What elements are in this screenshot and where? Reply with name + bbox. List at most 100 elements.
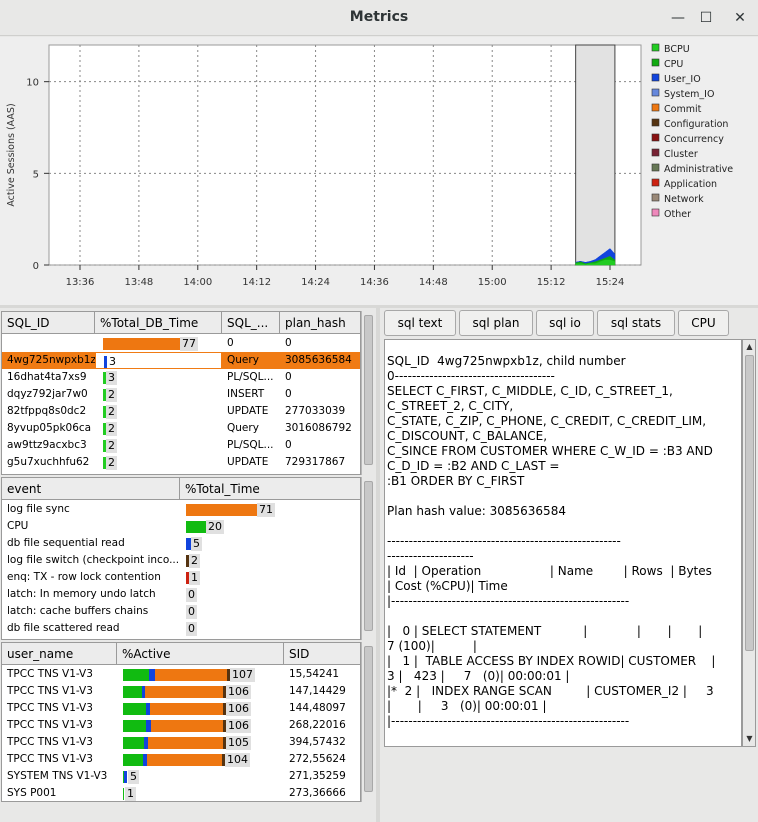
y-tick-label: 5 (33, 169, 39, 180)
user-row[interactable]: TPCC TNS V1-V3 107 15,54241 (2, 666, 360, 683)
event-pct-value: 0 (186, 588, 197, 602)
tab-sql-text[interactable]: sql text (384, 310, 456, 336)
legend-label: Network (664, 194, 704, 205)
legend-swatch (651, 193, 660, 202)
x-tick-label: 14:12 (242, 277, 271, 288)
event-name-cell: latch: cache buffers chains (7, 605, 149, 617)
event-table-scrollbar[interactable] (361, 477, 375, 640)
sql-pct-value: 2 (106, 422, 117, 436)
user-table-scroll-thumb[interactable] (364, 646, 373, 792)
user-active-bar-cpu (123, 703, 146, 715)
user-row[interactable]: SYSTEM TNS V1-V3 5 271,35259 (2, 768, 360, 785)
col-sql-type[interactable]: SQL_... (222, 312, 280, 334)
event-name-cell: latch: In memory undo latch (7, 588, 156, 600)
user-row[interactable]: TPCC TNS V1-V3 106 147,14429 (2, 683, 360, 700)
sql-pct-value: 2 (106, 405, 117, 419)
panel-splitter[interactable] (376, 308, 380, 822)
sid-cell: 273,36666 (289, 787, 346, 799)
event-row[interactable]: log file sync 71 (2, 501, 360, 518)
sid-cell: 271,35259 (289, 770, 346, 782)
sql-text-area[interactable]: SQL_ID 4wg725nwpxb1z, child number 0----… (384, 339, 742, 747)
legend-label: Application (664, 179, 717, 190)
user-row[interactable]: TPCC TNS V1-V3 104 272,55624 (2, 751, 360, 768)
plan-hash-cell: 277033039 (285, 405, 346, 417)
event-table-scroll-thumb[interactable] (364, 481, 373, 631)
tab-sql-plan[interactable]: sql plan (459, 310, 533, 336)
event-row[interactable]: log file switch (checkpoint inco... 2 (2, 552, 360, 569)
user-active-value: 106 (226, 719, 251, 733)
user-active-bar-cpu (123, 669, 149, 681)
sql-row[interactable]: dqyz792jar7w0 2 INSERT 0 (2, 386, 360, 403)
user-active-cell: 107 (117, 666, 284, 683)
event-pct-value: 20 (206, 520, 224, 534)
event-row[interactable]: db file scattered read 0 (2, 620, 360, 637)
col-plan-hash[interactable]: plan_hash (280, 312, 360, 334)
user-row[interactable]: TPCC TNS V1-V3 106 144,48097 (2, 700, 360, 717)
sql-row[interactable]: g5u7xuchhfu62 2 UPDATE 729317867 (2, 454, 360, 471)
event-row[interactable]: enq: TX - row lock contention 1 (2, 569, 360, 586)
event-pct-cell: 2 (180, 552, 360, 569)
y-tick-label: 10 (26, 78, 39, 89)
user-active-value: 104 (225, 753, 250, 767)
col-user-name[interactable]: user_name (2, 643, 117, 665)
user-table-scrollbar[interactable] (361, 642, 375, 802)
sql-table-scroll-thumb[interactable] (364, 315, 373, 465)
legend-label: Configuration (664, 119, 728, 130)
user-name-cell: TPCC TNS V1-V3 (7, 719, 93, 731)
user-active-value: 107 (230, 668, 255, 682)
active-sessions-chart[interactable]: 0 5 10 13:36 13:48 14:00 14:12 14:24 14:36 14:48 1… (0, 37, 758, 305)
user-row[interactable]: SYS P001 1 273,36666 (2, 785, 360, 801)
user-name-cell: SYS P001 (7, 787, 57, 799)
event-row[interactable]: db file sequential read 5 (2, 535, 360, 552)
sql-table-scrollbar[interactable] (361, 311, 375, 475)
col-sid[interactable]: SID (284, 643, 360, 665)
sql-row[interactable]: 77 0 0 (2, 335, 360, 352)
user-active-bar-cpu (123, 737, 144, 749)
event-table-header: event %Total_Time (2, 478, 360, 500)
event-name-cell: log file switch (checkpoint inco... (7, 554, 180, 566)
event-row[interactable]: latch: cache buffers chains 0 (2, 603, 360, 620)
sql-table-header: SQL_ID %Total_DB_Time SQL_... plan_hash (2, 312, 360, 334)
user-active-cell: 106 (117, 683, 284, 700)
x-tick-label: 15:12 (537, 277, 566, 288)
legend-label: Concurrency (664, 134, 724, 145)
sql-pct-cell: 3 (95, 352, 222, 369)
scroll-up-icon[interactable]: ▲ (743, 341, 756, 353)
sql-row[interactable]: aw9ttz9acxbc3 2 PL/SQL... 0 (2, 437, 360, 454)
selection-range (575, 44, 616, 266)
event-row[interactable]: CPU 20 (2, 518, 360, 535)
scroll-down-icon[interactable]: ▼ (743, 733, 756, 745)
user-active-value: 1 (125, 787, 136, 801)
sql-pct-cell: 2 (95, 403, 222, 420)
tab-sql-stats[interactable]: sql stats (597, 310, 675, 336)
user-name-cell: TPCC TNS V1-V3 (7, 668, 93, 680)
tab-sql-io[interactable]: sql io (536, 310, 594, 336)
event-pct-value: 5 (191, 537, 202, 551)
sql-row[interactable]: 82tfppq8s0dc2 2 UPDATE 277033039 (2, 403, 360, 420)
col-total-time[interactable]: %Total_Time (180, 478, 360, 500)
legend-swatch (651, 133, 660, 142)
maximize-icon[interactable]: ☐ (696, 8, 716, 28)
col-total-db-time[interactable]: %Total_DB_Time (95, 312, 222, 334)
minimize-icon[interactable]: — (668, 8, 688, 28)
tab-cpu[interactable]: CPU (678, 310, 729, 336)
sid-cell: 147,14429 (289, 685, 346, 697)
legend-swatch (651, 88, 660, 97)
user-row[interactable]: TPCC TNS V1-V3 106 268,22016 (2, 717, 360, 734)
sql-row[interactable]: 8yvup05pk06ca 2 Query 3016086792 (2, 420, 360, 437)
col-event[interactable]: event (2, 478, 180, 500)
user-table: user_name %Active SID TPCC TNS V1-V3 107 1… (1, 642, 361, 802)
sid-cell: 272,55624 (289, 753, 346, 765)
event-row[interactable]: latch: In memory undo latch 0 (2, 586, 360, 603)
sql-row[interactable]: 4wg725nwpxb1z 3 Query 3085636584 (2, 352, 360, 369)
sql-text-scroll-thumb[interactable] (745, 355, 754, 651)
col-sql-id[interactable]: SQL_ID (2, 312, 95, 334)
sql-row[interactable]: 16dhat4ta7xs9 3 PL/SQL... 0 (2, 369, 360, 386)
user-active-bar-commit (148, 737, 223, 749)
plan-hash-cell: 0 (285, 371, 292, 383)
close-icon[interactable]: ✕ (730, 8, 750, 28)
col-active[interactable]: %Active (117, 643, 284, 665)
sql-table: SQL_ID %Total_DB_Time SQL_... plan_hash … (1, 311, 361, 475)
sql-text-scrollbar[interactable]: ▲ ▼ (742, 339, 756, 747)
user-row[interactable]: TPCC TNS V1-V3 105 394,57432 (2, 734, 360, 751)
